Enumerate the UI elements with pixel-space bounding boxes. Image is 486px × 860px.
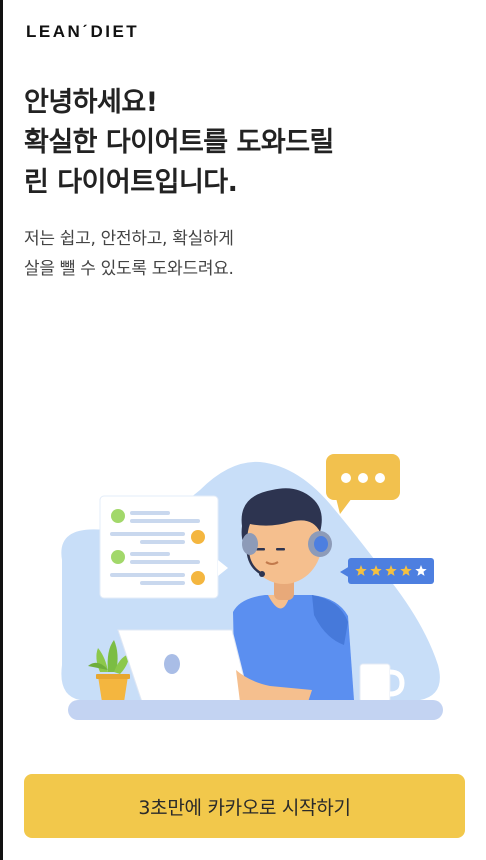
desk (68, 700, 443, 720)
chat-list-card (99, 495, 228, 599)
kakao-start-button[interactable]: 3초만에 카카오로 시작하기 (24, 774, 465, 838)
headline-line: 안녕하세요! (24, 87, 158, 118)
customer-support-illustration (61, 454, 443, 720)
intro-description: 저는 쉽고, 안전하고, 확실하게 살을 뺄 수 있도록 도와드려요. (24, 224, 234, 284)
headline-line: 확실한 다이어트를 도와드릴 (24, 127, 334, 158)
description-line: 저는 쉽고, 안전하고, 확실하게 (24, 229, 234, 249)
brand-logo: LEANˊDIET (26, 22, 140, 41)
welcome-headline: 안녕하세요! 확실한 다이어트를 도와드릴 린 다이어트입니다. (24, 83, 334, 203)
window-frame-edge (0, 0, 3, 860)
rating-badge (340, 558, 434, 584)
description-line: 살을 뺄 수 있도록 도와드려요. (24, 259, 234, 279)
headline-line: 린 다이어트입니다. (24, 167, 238, 198)
speech-bubble-icon (326, 454, 400, 514)
